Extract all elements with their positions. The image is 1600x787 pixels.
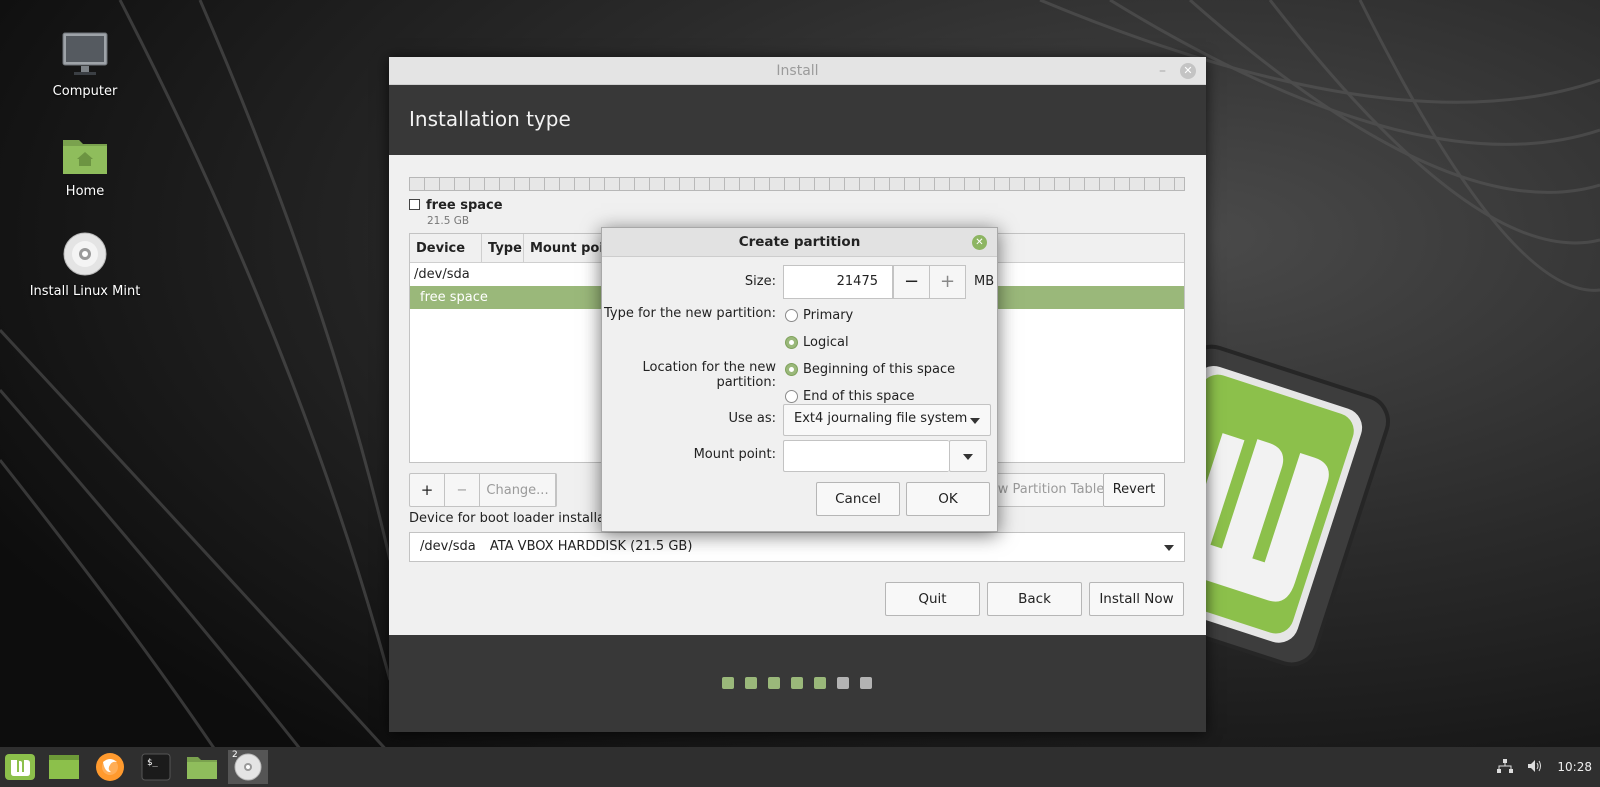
- install-now-button[interactable]: Install Now: [1089, 582, 1184, 616]
- column-header-type[interactable]: Type: [482, 234, 524, 262]
- radio-end[interactable]: End of this space: [785, 389, 915, 404]
- window-title: Install: [776, 63, 819, 79]
- size-label: Size:: [744, 274, 776, 289]
- back-button[interactable]: Back: [987, 582, 1082, 616]
- mount-point-label: Mount point:: [693, 447, 776, 462]
- radio-label: Beginning of this space: [803, 362, 956, 377]
- dialog-title: Create partition: [738, 234, 861, 250]
- change-partition-button[interactable]: Change...: [480, 474, 556, 506]
- desktop-icon-label: Install Linux Mint: [29, 284, 141, 299]
- use-as-select[interactable]: Ext4 journaling file system: [783, 404, 991, 436]
- location-label: Location for the new partition:: [642, 360, 776, 390]
- close-icon[interactable]: ✕: [972, 235, 987, 250]
- ok-button[interactable]: OK: [906, 482, 990, 516]
- cancel-button[interactable]: Cancel: [816, 482, 900, 516]
- svg-text:$_: $_: [147, 758, 158, 768]
- minimize-icon[interactable]: –: [1159, 57, 1166, 85]
- size-unit: MB: [974, 274, 995, 289]
- window-count-badge: 2: [232, 750, 238, 760]
- mount-point-input[interactable]: [783, 440, 949, 472]
- radio-label: Primary: [803, 308, 854, 323]
- chevron-down-icon: [970, 418, 980, 424]
- firefox-icon[interactable]: [90, 750, 130, 784]
- taskbar: $_ 2 10:28: [0, 747, 1600, 787]
- legend-swatch: [409, 199, 420, 210]
- partition-type-label: Type for the new partition:: [603, 306, 776, 321]
- progress-dot-done: [722, 677, 734, 689]
- page-title: Installation type: [409, 107, 571, 131]
- close-icon[interactable]: ✕: [1180, 63, 1196, 79]
- show-desktop-icon[interactable]: [44, 750, 84, 784]
- disc-icon: [59, 228, 111, 280]
- radio-logical[interactable]: Logical: [785, 335, 849, 350]
- revert-button[interactable]: Revert: [1103, 473, 1165, 507]
- radio-button-selected[interactable]: [785, 363, 798, 376]
- monitor-icon: [59, 28, 111, 80]
- desktop-icon-install-linux-mint[interactable]: Install Linux Mint: [20, 228, 150, 299]
- use-as-value: Ext4 journaling file system: [794, 411, 968, 426]
- volume-icon[interactable]: [1527, 759, 1543, 776]
- radio-primary[interactable]: Primary: [785, 308, 853, 323]
- mount-point-dropdown-button[interactable]: [949, 440, 987, 472]
- radio-button[interactable]: [785, 309, 798, 322]
- remove-partition-button[interactable]: −: [445, 474, 480, 506]
- page-header: Installation type: [389, 85, 1206, 155]
- home-folder-icon: [59, 128, 111, 180]
- progress-dot-done: [791, 677, 803, 689]
- progress-dot-done: [814, 677, 826, 689]
- progress-dot-pending: [860, 677, 872, 689]
- radio-button[interactable]: [785, 390, 798, 403]
- size-increment-button[interactable]: +: [929, 265, 966, 299]
- legend-size: 21.5 GB: [427, 215, 470, 227]
- size-decrement-button[interactable]: −: [893, 265, 930, 299]
- add-partition-button[interactable]: +: [410, 474, 445, 506]
- radio-beginning[interactable]: Beginning of this space: [785, 362, 955, 377]
- network-icon[interactable]: [1497, 758, 1514, 776]
- step-progress: [722, 677, 872, 689]
- desktop-icon-home[interactable]: Home: [20, 128, 150, 199]
- system-tray: 10:28: [1497, 747, 1592, 787]
- clock[interactable]: 10:28: [1557, 760, 1592, 774]
- mint-menu-icon[interactable]: [0, 750, 40, 784]
- column-header-device[interactable]: Device: [410, 234, 482, 262]
- terminal-icon[interactable]: $_: [136, 750, 176, 784]
- progress-dot-done: [745, 677, 757, 689]
- desktop-icon-label: Home: [65, 184, 105, 199]
- window-titlebar[interactable]: Install – ✕: [389, 57, 1206, 85]
- desktop-icon-computer[interactable]: Computer: [20, 28, 150, 99]
- legend-name: free space: [426, 198, 503, 213]
- size-input[interactable]: 21475: [783, 265, 893, 299]
- progress-dot-pending: [837, 677, 849, 689]
- create-partition-dialog: Create partition ✕ Size: 21475 − + MB Ty…: [601, 227, 998, 532]
- radio-button-selected[interactable]: [785, 336, 798, 349]
- desktop-icon-label: Computer: [52, 84, 118, 99]
- dialog-titlebar[interactable]: Create partition ✕: [602, 228, 997, 257]
- bootloader-select[interactable]: /dev/sda ATA VBOX HARDDISK (21.5 GB): [409, 532, 1185, 562]
- partition-toolbar: + − Change...: [409, 473, 557, 507]
- radio-label: Logical: [803, 335, 849, 350]
- progress-dot-done: [768, 677, 780, 689]
- free-space-legend: free space 21.5 GB: [409, 198, 503, 227]
- use-as-label: Use as:: [728, 411, 776, 426]
- bootloader-device: /dev/sda: [420, 539, 476, 554]
- bootloader-description: ATA VBOX HARDDISK (21.5 GB): [489, 539, 693, 554]
- chevron-down-icon: [1164, 545, 1174, 551]
- quit-button[interactable]: Quit: [885, 582, 980, 616]
- installer-disc-icon[interactable]: 2: [228, 750, 268, 784]
- chevron-down-icon: [963, 454, 973, 460]
- files-icon[interactable]: [182, 750, 222, 784]
- radio-label: End of this space: [803, 389, 915, 404]
- progress-footer: [389, 635, 1206, 732]
- disk-usage-bar: [409, 177, 1185, 191]
